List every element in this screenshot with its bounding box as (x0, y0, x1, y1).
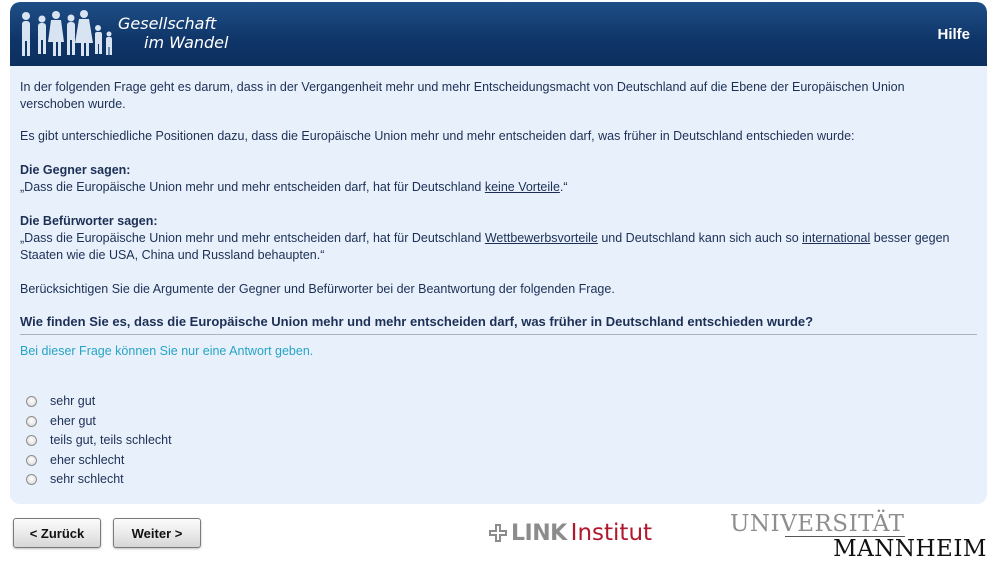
opponents-text-end: .“ (559, 180, 568, 194)
question-title: Wie finden Sie es, dass die Europäische … (20, 313, 977, 335)
radio-button[interactable] (26, 454, 37, 466)
international-link[interactable]: international (802, 231, 870, 245)
supporters-text-2: und Deutschland kann sich auch so (597, 231, 803, 245)
option-label[interactable]: teils gut, teils schlecht (50, 432, 172, 449)
link-institut-logo: LINK Institut (488, 520, 652, 546)
uni-line1: UNIVERSITÄT (730, 511, 905, 537)
radio-button[interactable] (26, 435, 37, 447)
help-link[interactable]: Hilfe (937, 26, 970, 43)
option-sehr-schlecht[interactable]: sehr schlecht (20, 470, 960, 490)
radio-button[interactable] (26, 396, 37, 408)
option-teils-gut-teils-schlecht[interactable]: teils gut, teils schlecht (20, 431, 960, 451)
logo-line2: im Wandel (144, 33, 229, 52)
supporters-block: Die Befürworter sagen: „Dass die Europäi… (20, 213, 960, 264)
header-bar: Gesellschaft im Wandel Hilfe (10, 2, 987, 66)
option-label[interactable]: eher gut (50, 413, 96, 430)
consider-text: Berücksichtigen Sie die Argumente der Ge… (20, 282, 615, 296)
radio-button[interactable] (26, 415, 37, 427)
wettbewerbsvorteile-link[interactable]: Wettbewerbsvorteile (485, 231, 598, 245)
intro-text: In der folgenden Frage geht es darum, da… (20, 80, 905, 111)
opponents-block: Die Gegner sagen: „Dass die Europäische … (20, 162, 960, 196)
question-content: In der folgenden Frage geht es darum, da… (20, 79, 977, 490)
supporters-text-1: „Dass die Europäische Union mehr und meh… (20, 231, 485, 245)
university-mannheim-logo: UNIVERSITÄT MANNHEIM (730, 512, 987, 561)
uni-line2: MANNHEIM (833, 536, 987, 562)
link-word: LINK (511, 520, 567, 546)
link-cross-icon (489, 524, 507, 542)
keine-vorteile-link[interactable]: keine Vorteile (485, 180, 560, 194)
survey-panel: Gesellschaft im Wandel Hilfe In der folg… (10, 2, 987, 504)
logo-line1: Gesellschaft (118, 14, 217, 33)
option-label[interactable]: eher schlecht (50, 452, 124, 469)
option-label[interactable]: sehr schlecht (50, 471, 124, 488)
supporters-quote: „Dass die Europäische Union mehr und meh… (20, 230, 960, 264)
option-label[interactable]: sehr gut (50, 393, 95, 410)
supporters-heading: Die Befürworter sagen: (20, 214, 158, 228)
answer-options: sehr gut eher gut teils gut, teils schle… (20, 392, 960, 490)
positions-text: Es gibt unterschiedliche Positionen dazu… (20, 129, 855, 143)
back-button[interactable]: < Zurück (13, 518, 101, 548)
option-eher-gut[interactable]: eher gut (20, 412, 960, 432)
opponents-quote: „Dass die Europäische Union mehr und meh… (20, 179, 960, 196)
people-silhouettes-logo (22, 10, 112, 56)
option-sehr-gut[interactable]: sehr gut (20, 392, 960, 412)
link-institut-word: Institut (570, 520, 653, 546)
radio-button[interactable] (26, 474, 37, 486)
next-button[interactable]: Weiter > (113, 518, 201, 548)
opponents-text-start: „Dass die Europäische Union mehr und meh… (20, 180, 485, 194)
option-eher-schlecht[interactable]: eher schlecht (20, 451, 960, 471)
opponents-heading: Die Gegner sagen: (20, 163, 131, 177)
logo-text: Gesellschaft im Wandel (118, 14, 228, 52)
answer-hint: Bei dieser Frage können Sie nur eine Ant… (20, 344, 314, 358)
